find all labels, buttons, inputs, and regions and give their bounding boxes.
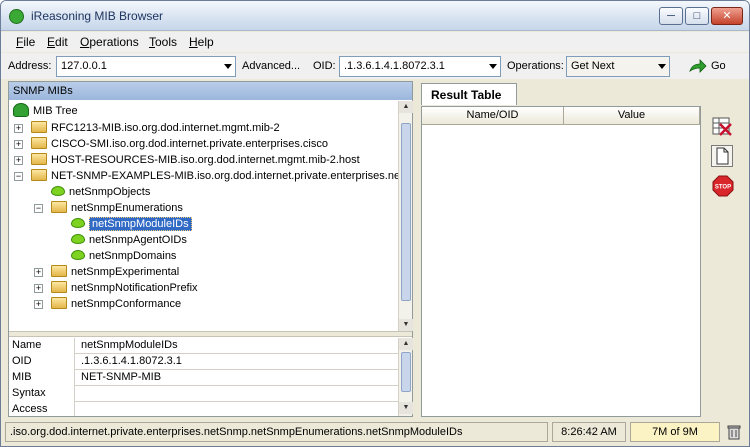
table-row: Syntax <box>9 386 398 402</box>
operations-select[interactable]: Get Next <box>566 56 670 77</box>
tab-result-table[interactable]: Result Table <box>421 83 517 105</box>
collapse-icon[interactable]: − <box>34 204 43 213</box>
folder-icon <box>31 121 47 133</box>
tree-node-netsnmpenumerations[interactable]: netSnmpEnumerations <box>51 200 183 216</box>
status-path: .iso.org.dod.internet.private.enterprise… <box>5 422 548 442</box>
tree-node-rfc1213[interactable]: RFC1213-MIB.iso.org.dod.internet.mgmt.mi… <box>31 120 280 136</box>
oid-value: .1.3.6.1.4.1.8072.3.1 <box>344 60 445 72</box>
table-row: Access <box>9 402 398 416</box>
column-header-value[interactable]: Value <box>564 107 700 125</box>
scroll-up-icon[interactable]: ▲ <box>399 101 413 113</box>
properties-table: Name netSnmpModuleIDs OID .1.3.6.1.4.1.807… <box>9 338 398 416</box>
menu-bar: File Edit Operations Tools Help <box>1 32 749 52</box>
folder-icon <box>31 137 47 149</box>
expand-icon[interactable]: + <box>14 156 23 165</box>
app-logo-icon <box>9 9 24 24</box>
folder-icon <box>31 153 47 165</box>
trash-icon[interactable] <box>727 424 741 440</box>
operation-value: Get Next <box>571 60 615 72</box>
menu-file[interactable]: File <box>16 35 35 49</box>
expand-icon[interactable]: + <box>14 140 23 149</box>
chevron-down-icon <box>489 64 497 69</box>
memory-indicator[interactable]: 7M of 9M <box>630 422 720 442</box>
app-window: iReasoning MIB Browser ─ □ ✕ File Edit O… <box>0 0 750 447</box>
expand-icon[interactable]: + <box>34 268 43 277</box>
result-panel: Result Table Name/OID Value STOP <box>421 81 744 417</box>
leaf-icon <box>71 250 85 260</box>
leaf-icon <box>51 186 65 196</box>
oid-combo[interactable]: .1.3.6.1.4.1.8072.3.1 <box>339 56 501 77</box>
operations-label: Operations: <box>507 60 564 72</box>
tree-node-netsnmpmoduleids[interactable]: netSnmpModuleIDs <box>71 216 192 232</box>
advanced-button[interactable]: Advanced... <box>240 56 302 77</box>
window-title: iReasoning MIB Browser <box>31 9 164 23</box>
scroll-down-icon[interactable]: ▼ <box>399 319 413 331</box>
properties-scroll-thumb[interactable] <box>401 352 411 392</box>
leaf-icon <box>71 218 85 228</box>
expand-icon[interactable]: + <box>14 124 23 133</box>
mib-panel: SNMP MIBs MIB Tree + RFC1213-MIB.iso.org… <box>8 81 413 417</box>
svg-text:STOP: STOP <box>715 185 731 191</box>
status-bar: .iso.org.dod.internet.private.enterprise… <box>1 419 749 446</box>
status-time: 8:26:42 AM <box>552 422 626 442</box>
folder-icon <box>31 169 47 181</box>
close-button[interactable]: ✕ <box>711 7 743 25</box>
menu-help[interactable]: Help <box>189 35 214 49</box>
address-combo[interactable]: 127.0.0.1 <box>56 56 236 77</box>
tree-scrollbar[interactable]: ▲ ▼ <box>398 101 413 331</box>
tree-icon <box>13 103 29 117</box>
chevron-down-icon <box>658 64 666 69</box>
toolbar: Address: 127.0.0.1 Advanced... OID: .1.3… <box>1 53 749 79</box>
mib-tree[interactable]: MIB Tree + RFC1213-MIB.iso.org.dod.inter… <box>9 101 398 329</box>
title-bar[interactable]: iReasoning MIB Browser ─ □ ✕ <box>1 1 749 31</box>
tree-node-net-snmp-examples[interactable]: NET-SNMP-EXAMPLES-MIB.iso.org.dod.intern… <box>31 168 398 184</box>
menu-tools[interactable]: Tools <box>149 35 177 49</box>
oid-label: OID: <box>313 60 336 72</box>
table-row: OID .1.3.6.1.4.1.8072.3.1 <box>9 354 398 370</box>
scroll-down-icon[interactable]: ▼ <box>399 402 413 414</box>
tree-scroll-thumb[interactable] <box>401 123 411 301</box>
expand-icon[interactable]: + <box>34 284 43 293</box>
tree-node-netsnmpconformance[interactable]: netSnmpConformance <box>51 296 181 312</box>
column-header-name-oid[interactable]: Name/OID <box>422 107 564 125</box>
table-row: Name netSnmpModuleIDs <box>9 338 398 354</box>
folder-icon <box>51 265 67 277</box>
address-value: 127.0.0.1 <box>61 60 107 72</box>
maximize-button[interactable]: □ <box>685 7 709 25</box>
result-table[interactable]: Name/OID Value <box>421 106 701 417</box>
properties-scrollbar[interactable]: ▲ ▼ <box>398 338 413 416</box>
tree-node-netsnmpnotificationprefix[interactable]: netSnmpNotificationPrefix <box>51 280 198 296</box>
folder-icon <box>51 201 67 213</box>
stop-icon[interactable]: STOP <box>712 175 734 197</box>
clear-table-icon[interactable] <box>711 115 733 137</box>
document-icon[interactable] <box>711 145 733 167</box>
tree-node-host-resources[interactable]: HOST-RESOURCES-MIB.iso.org.dod.internet.… <box>31 152 360 168</box>
tree-root[interactable]: MIB Tree <box>13 103 78 119</box>
folder-icon <box>51 297 67 309</box>
leaf-icon <box>71 234 85 244</box>
folder-icon <box>51 281 67 293</box>
menu-operations[interactable]: Operations <box>80 35 139 49</box>
tree-node-netsnmpdomains[interactable]: netSnmpDomains <box>71 248 176 264</box>
tree-node-cisco-smi[interactable]: CISCO-SMI.iso.org.dod.internet.private.e… <box>31 136 328 152</box>
address-label: Address: <box>8 60 52 72</box>
tree-node-netsnmpagentoids[interactable]: netSnmpAgentOIDs <box>71 232 187 248</box>
tree-node-netsnmpobjects[interactable]: netSnmpObjects <box>51 184 150 200</box>
minimize-button[interactable]: ─ <box>659 7 683 25</box>
tree-node-netsnmpexperimental[interactable]: netSnmpExperimental <box>51 264 179 280</box>
menu-edit[interactable]: Edit <box>47 35 68 49</box>
mib-panel-header: SNMP MIBs <box>9 82 412 100</box>
scroll-up-icon[interactable]: ▲ <box>399 338 413 350</box>
table-row: MIB NET-SNMP-MIB <box>9 370 398 386</box>
collapse-icon[interactable]: − <box>14 172 23 181</box>
go-arrow-icon <box>689 59 707 73</box>
chevron-down-icon <box>224 64 232 69</box>
go-label: Go <box>711 60 726 72</box>
expand-icon[interactable]: + <box>34 300 43 309</box>
panel-splitter[interactable] <box>9 331 412 337</box>
